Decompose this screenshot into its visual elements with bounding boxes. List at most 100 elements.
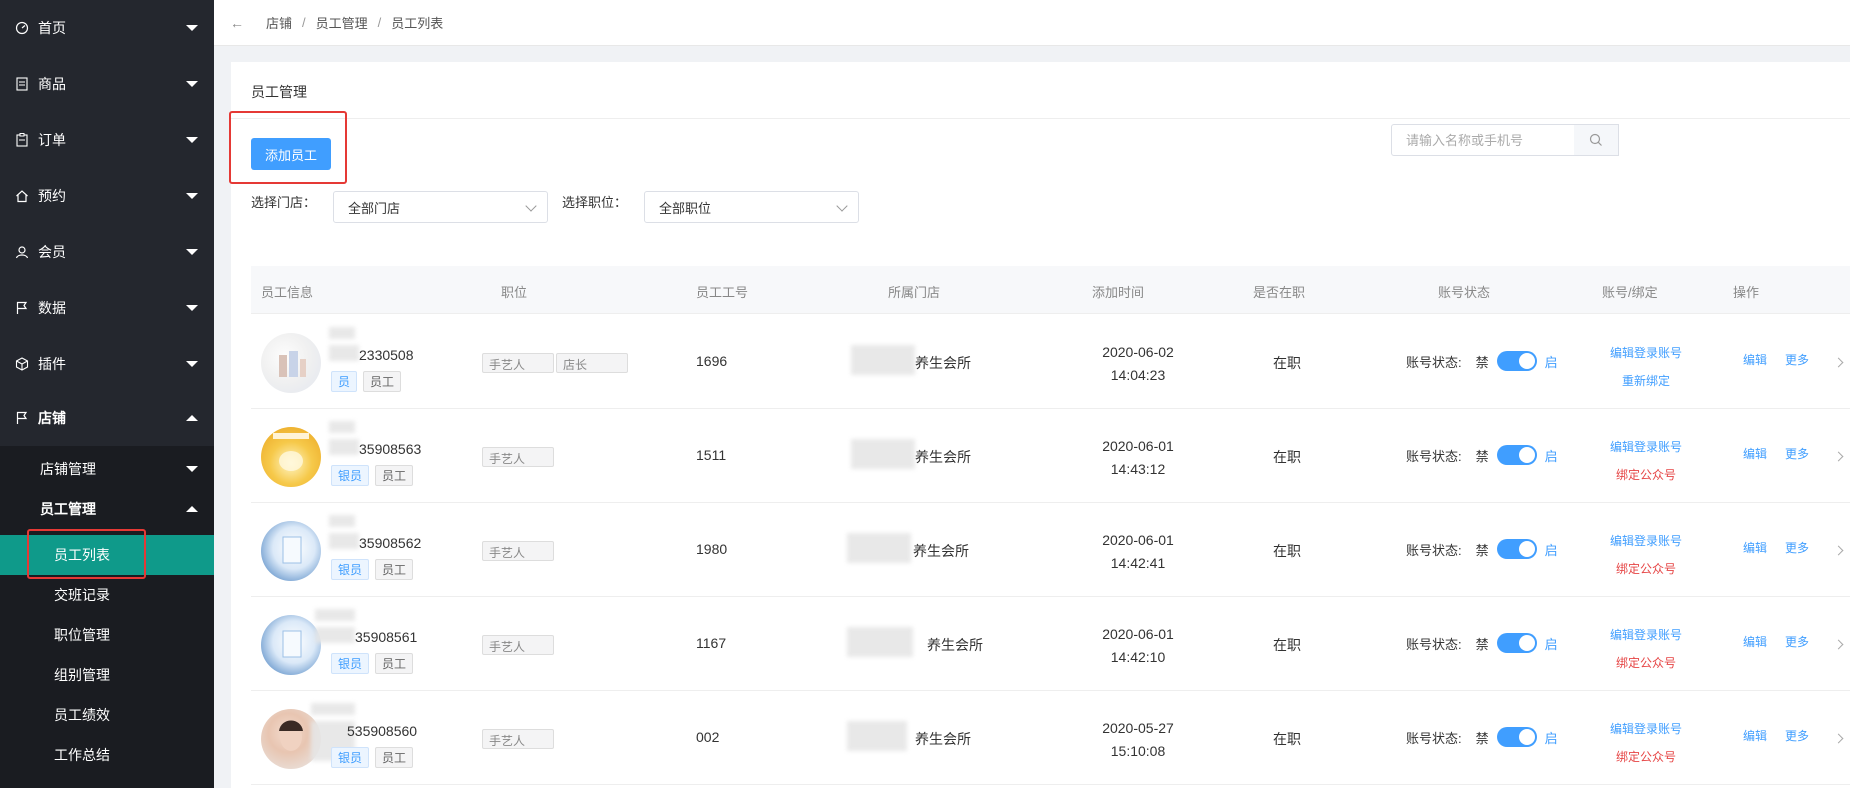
- edit-link[interactable]: 编辑: [1743, 633, 1767, 650]
- position-tags: 手艺人 店长: [482, 353, 628, 373]
- chevron-down-icon: [836, 200, 848, 212]
- sidebar-leaf-group-management[interactable]: 组别管理: [0, 655, 214, 695]
- staff-phone: 35908562: [359, 535, 422, 551]
- store-select-value: 全部门店: [348, 200, 401, 216]
- breadcrumb-item[interactable]: 店铺: [266, 13, 292, 32]
- status-off-label: 禁: [1475, 354, 1489, 370]
- sidebar-menu-booking[interactable]: 预约: [0, 168, 214, 224]
- column-header: 是否在职: [1253, 285, 1306, 300]
- menu-label: 首页: [38, 20, 66, 36]
- sidebar-menu-members[interactable]: 会员: [0, 224, 214, 280]
- redacted-store-prefix: [847, 533, 911, 563]
- leaf-label: 工作总结: [54, 747, 110, 763]
- edit-login-account-link[interactable]: 编辑登录账号: [1591, 339, 1701, 367]
- chevron-down-icon: [186, 361, 198, 367]
- more-link[interactable]: 更多: [1785, 539, 1809, 556]
- position-tags: 手艺人: [482, 729, 554, 749]
- added-time: 2020-06-01 14:42:41: [1082, 529, 1194, 575]
- position-select[interactable]: 全部职位: [644, 191, 859, 223]
- table-row: 35908562 银员 员工 手艺人 1980 养生会所 2020-06-01 1…: [251, 503, 1850, 597]
- employment-status: 在职: [1273, 637, 1301, 653]
- sidebar-menu-plugins[interactable]: 插件: [0, 336, 214, 392]
- table-row: 35908563 银员 员工 手艺人 1511 养生会所 2020-06-01 1…: [251, 409, 1850, 503]
- staff-number: 1511: [696, 447, 727, 463]
- added-clock: 14:43:12: [1110, 461, 1166, 477]
- redacted-phone-prefix: [329, 533, 359, 549]
- rebind-link[interactable]: 重新绑定: [1591, 367, 1701, 395]
- more-link[interactable]: 更多: [1785, 445, 1809, 462]
- added-time: 2020-05-27 15:10:08: [1082, 717, 1194, 763]
- leaf-label: 交班记录: [54, 587, 110, 603]
- chevron-right-icon[interactable]: [1833, 639, 1844, 650]
- column-header: 添加时间: [1092, 285, 1145, 300]
- sidebar-leaf-shift-records[interactable]: 交班记录: [0, 575, 214, 615]
- chevron-up-icon: [186, 506, 198, 512]
- redacted-name: [329, 515, 355, 527]
- account-status: 账号状态: 禁 启: [1406, 445, 1558, 465]
- sidebar-menu-orders[interactable]: 订单: [0, 112, 214, 168]
- sidebar-menu-home[interactable]: 首页: [0, 0, 214, 56]
- edit-link[interactable]: 编辑: [1743, 445, 1767, 462]
- edit-login-account-link[interactable]: 编辑登录账号: [1591, 433, 1701, 461]
- column-header: 账号/绑定: [1602, 285, 1658, 300]
- edit-login-account-link[interactable]: 编辑登录账号: [1591, 621, 1701, 649]
- account-toggle[interactable]: [1496, 539, 1537, 559]
- sidebar-sub-staff-management[interactable]: 员工管理: [0, 489, 214, 529]
- store-filter-label: 选择门店：: [251, 195, 317, 210]
- column-header: 员工信息: [261, 285, 314, 300]
- sidebar-menu-store[interactable]: 店铺: [0, 390, 214, 446]
- more-link[interactable]: 更多: [1785, 727, 1809, 744]
- sidebar-menu-data[interactable]: 数据: [0, 280, 214, 336]
- role-tags: 银员 员工: [331, 465, 414, 486]
- sidebar-sub-store-management[interactable]: 店铺管理: [0, 449, 214, 489]
- edit-login-account-link[interactable]: 编辑登录账号: [1591, 715, 1701, 743]
- breadcrumb-item[interactable]: 员工管理: [316, 13, 368, 32]
- edit-login-account-link[interactable]: 编辑登录账号: [1591, 527, 1701, 555]
- bind-wechat-link[interactable]: 绑定公众号: [1591, 461, 1701, 489]
- more-link[interactable]: 更多: [1785, 633, 1809, 650]
- clipboard-icon: [14, 132, 30, 148]
- redacted-phone-prefix: [329, 345, 359, 361]
- status-off-label: 禁: [1475, 542, 1489, 558]
- card-title: 员工管理: [251, 84, 307, 100]
- chevron-right-icon[interactable]: [1833, 545, 1844, 556]
- role-tags: 银员 员工: [331, 559, 414, 580]
- store-select[interactable]: 全部门店: [333, 191, 548, 223]
- role-tags: 银员 员工: [331, 653, 414, 674]
- chevron-right-icon[interactable]: [1833, 733, 1844, 744]
- search-input[interactable]: [1391, 124, 1575, 156]
- menu-label: 数据: [38, 300, 66, 316]
- store-name: 养生会所: [927, 637, 983, 653]
- sidebar-leaf-work-summary[interactable]: 工作总结: [0, 735, 214, 775]
- bind-wechat-link[interactable]: 绑定公众号: [1591, 649, 1701, 677]
- account-toggle[interactable]: [1496, 633, 1537, 653]
- status-on-label: 启: [1544, 354, 1558, 370]
- sidebar-leaf-staff-performance[interactable]: 员工绩效: [0, 695, 214, 735]
- back-arrow-icon[interactable]: ←: [230, 15, 244, 31]
- account-toggle[interactable]: [1496, 445, 1537, 465]
- role-tag: 员工: [375, 747, 414, 768]
- user-icon: [14, 244, 30, 260]
- role-tag: 银员: [331, 465, 370, 486]
- bind-wechat-link[interactable]: 绑定公众号: [1591, 555, 1701, 583]
- edit-link[interactable]: 编辑: [1743, 727, 1767, 744]
- chevron-down-icon: [186, 25, 198, 31]
- chevron-right-icon[interactable]: [1833, 451, 1844, 462]
- account-status: 账号状态: 禁 启: [1406, 633, 1558, 653]
- edit-link[interactable]: 编辑: [1743, 539, 1767, 556]
- chevron-right-icon[interactable]: [1833, 357, 1844, 368]
- account-status-label: 账号状态:: [1406, 542, 1462, 558]
- edit-link[interactable]: 编辑: [1743, 351, 1767, 368]
- account-toggle[interactable]: [1496, 351, 1537, 371]
- bind-wechat-link[interactable]: 绑定公众号: [1591, 743, 1701, 771]
- redacted-phone-prefix: [329, 439, 359, 455]
- sidebar-leaf-position-management[interactable]: 职位管理: [0, 615, 214, 655]
- sidebar: 首页 商品 订单 预约 会员 数据 插件 店铺 店铺管理 员工管理 员工列表 交…: [0, 0, 214, 788]
- highlight-box: [27, 529, 146, 579]
- redacted-phone-prefix: [315, 627, 355, 643]
- more-link[interactable]: 更多: [1785, 351, 1809, 368]
- account-toggle[interactable]: [1496, 727, 1537, 747]
- sidebar-menu-goods[interactable]: 商品: [0, 56, 214, 112]
- submenu-label: 员工管理: [40, 501, 96, 517]
- search-button[interactable]: [1574, 124, 1619, 156]
